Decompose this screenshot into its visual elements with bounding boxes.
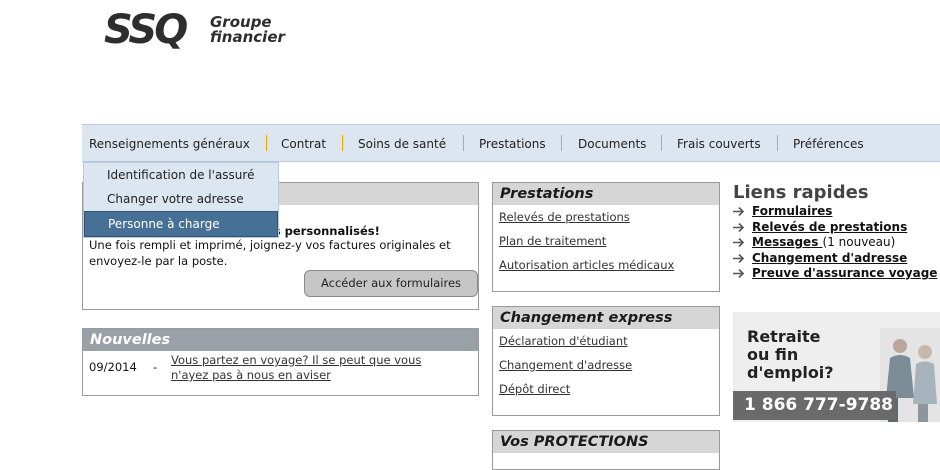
- ssq-logo[interactable]: SSQ Groupe financier: [104, 8, 304, 52]
- arrow-right-icon: [733, 237, 745, 248]
- logo-text: Groupe financier: [210, 15, 285, 45]
- protections-title: Vos PROTECTIONS: [493, 431, 719, 453]
- changement-express-title: Changement express: [493, 307, 719, 329]
- banner-line2: ou fin: [747, 345, 799, 364]
- quick-link-messages[interactable]: Messages: [752, 235, 823, 249]
- news-dash: -: [153, 360, 158, 374]
- messages-count: (1 nouveau): [822, 235, 896, 249]
- arrow-right-icon: [733, 253, 745, 263]
- banner-text: Retraite ou fin d'emploi?: [747, 328, 834, 382]
- nav-frais-couverts[interactable]: Frais couverts: [677, 137, 761, 151]
- news-link[interactable]: Vous partez en voyage? Il se peut que vo…: [171, 353, 461, 383]
- nav-renseignements-generaux[interactable]: Renseignements généraux: [89, 137, 250, 151]
- arrow-right-icon: [733, 206, 745, 217]
- quick-link-preuve-assurance[interactable]: Preuve d'assurance voyage: [752, 266, 937, 280]
- link-depot-direct[interactable]: Dépôt direct: [499, 382, 719, 396]
- quick-link-formulaires[interactable]: Formulaires: [752, 204, 832, 218]
- news-panel: Nouvelles 09/2014 - Vous partez en voyag…: [82, 328, 479, 396]
- nav-separator: [661, 135, 662, 151]
- nav-contrat[interactable]: Contrat: [281, 137, 326, 151]
- prestations-title: Prestations: [493, 183, 719, 205]
- nav-documents[interactable]: Documents: [578, 137, 646, 151]
- quick-link-releves[interactable]: Relevés de prestations: [752, 220, 907, 234]
- quick-link-item: Changement d'adresse: [733, 251, 940, 267]
- news-title: Nouvelles: [83, 329, 478, 351]
- main-nav: Renseignements généraux Contrat Soins de…: [82, 124, 940, 162]
- protections-panel: Vos PROTECTIONS: [492, 430, 720, 470]
- banner-line1: Retraite: [747, 327, 821, 346]
- nav-dropdown-menu: Identification de l'assuré Changer votre…: [83, 162, 279, 238]
- menu-item-change-address[interactable]: Changer votre adresse: [84, 187, 278, 211]
- forms-heading-text: es personnalisés!: [266, 224, 380, 238]
- quick-link-item: Messages (1 nouveau): [733, 235, 940, 251]
- link-releves-prestations[interactable]: Relevés de prestations: [499, 210, 719, 224]
- logo-line2: financier: [210, 28, 285, 46]
- access-forms-button[interactable]: Accéder aux formulaires: [304, 270, 478, 297]
- link-autorisation-articles[interactable]: Autorisation articles médicaux: [499, 258, 719, 272]
- nav-separator: [463, 135, 464, 151]
- quick-links: Liens rapides Formulaires Relevés de pre…: [733, 182, 940, 282]
- logo-mark: SSQ: [104, 7, 188, 53]
- prestations-panel: Prestations Relevés de prestations Plan …: [492, 182, 720, 292]
- banner-phone: 1 866 777-9788: [733, 391, 896, 420]
- arrow-right-icon: [733, 268, 745, 279]
- arrow-right-icon: [733, 222, 745, 232]
- nav-separator: [342, 135, 343, 151]
- nav-separator: [777, 135, 778, 151]
- menu-item-identification[interactable]: Identification de l'assuré: [84, 163, 278, 187]
- quick-link-changement-adresse[interactable]: Changement d'adresse: [752, 251, 907, 265]
- quick-link-item: Preuve d'assurance voyage: [733, 266, 940, 282]
- link-changement-adresse[interactable]: Changement d'adresse: [499, 358, 719, 372]
- forms-description: Une fois rempli et imprimé, joignez-y vo…: [89, 238, 451, 268]
- quick-link-item: Formulaires: [733, 204, 940, 220]
- changement-express-panel: Changement express Déclaration d'étudian…: [492, 306, 720, 416]
- nav-preferences[interactable]: Préférences: [793, 137, 864, 151]
- link-plan-traitement[interactable]: Plan de traitement: [499, 234, 719, 248]
- menu-item-dependent[interactable]: Personne à charge: [84, 211, 278, 237]
- banner-line3: d'emploi?: [747, 363, 834, 382]
- link-declaration-etudiant[interactable]: Déclaration d'étudiant: [499, 334, 719, 348]
- retirement-banner[interactable]: Retraite ou fin d'emploi? 1 866 777-9788: [733, 312, 940, 422]
- nav-prestations[interactable]: Prestations: [479, 137, 546, 151]
- nav-separator: [561, 135, 562, 151]
- nav-separator: [266, 135, 267, 151]
- news-date: 09/2014: [89, 360, 137, 374]
- quick-link-item: Relevés de prestations: [733, 220, 940, 236]
- nav-soins-de-sante[interactable]: Soins de santé: [358, 137, 446, 151]
- quick-links-title: Liens rapides: [733, 182, 869, 203]
